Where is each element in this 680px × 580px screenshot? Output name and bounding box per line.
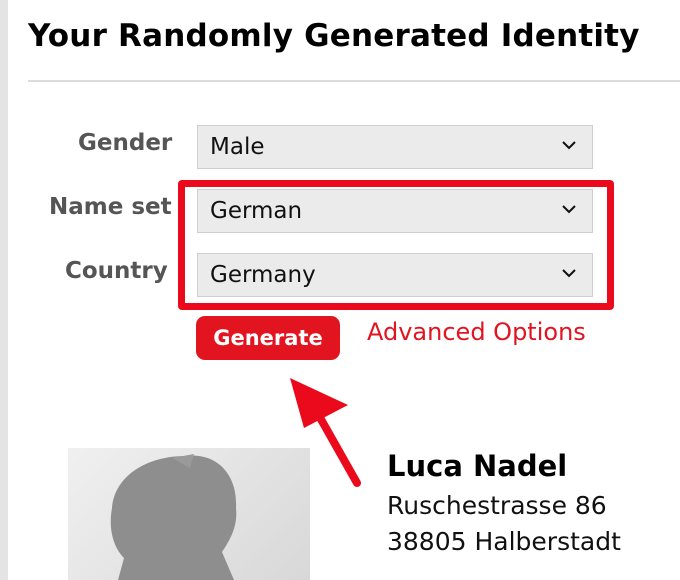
address-city: 38805 Halberstadt [387,527,621,556]
avatar [68,448,310,580]
person-name: Luca Nadel [387,449,568,483]
person-silhouette-icon [110,454,237,580]
address-street: Ruschestrasse 86 [387,491,607,520]
